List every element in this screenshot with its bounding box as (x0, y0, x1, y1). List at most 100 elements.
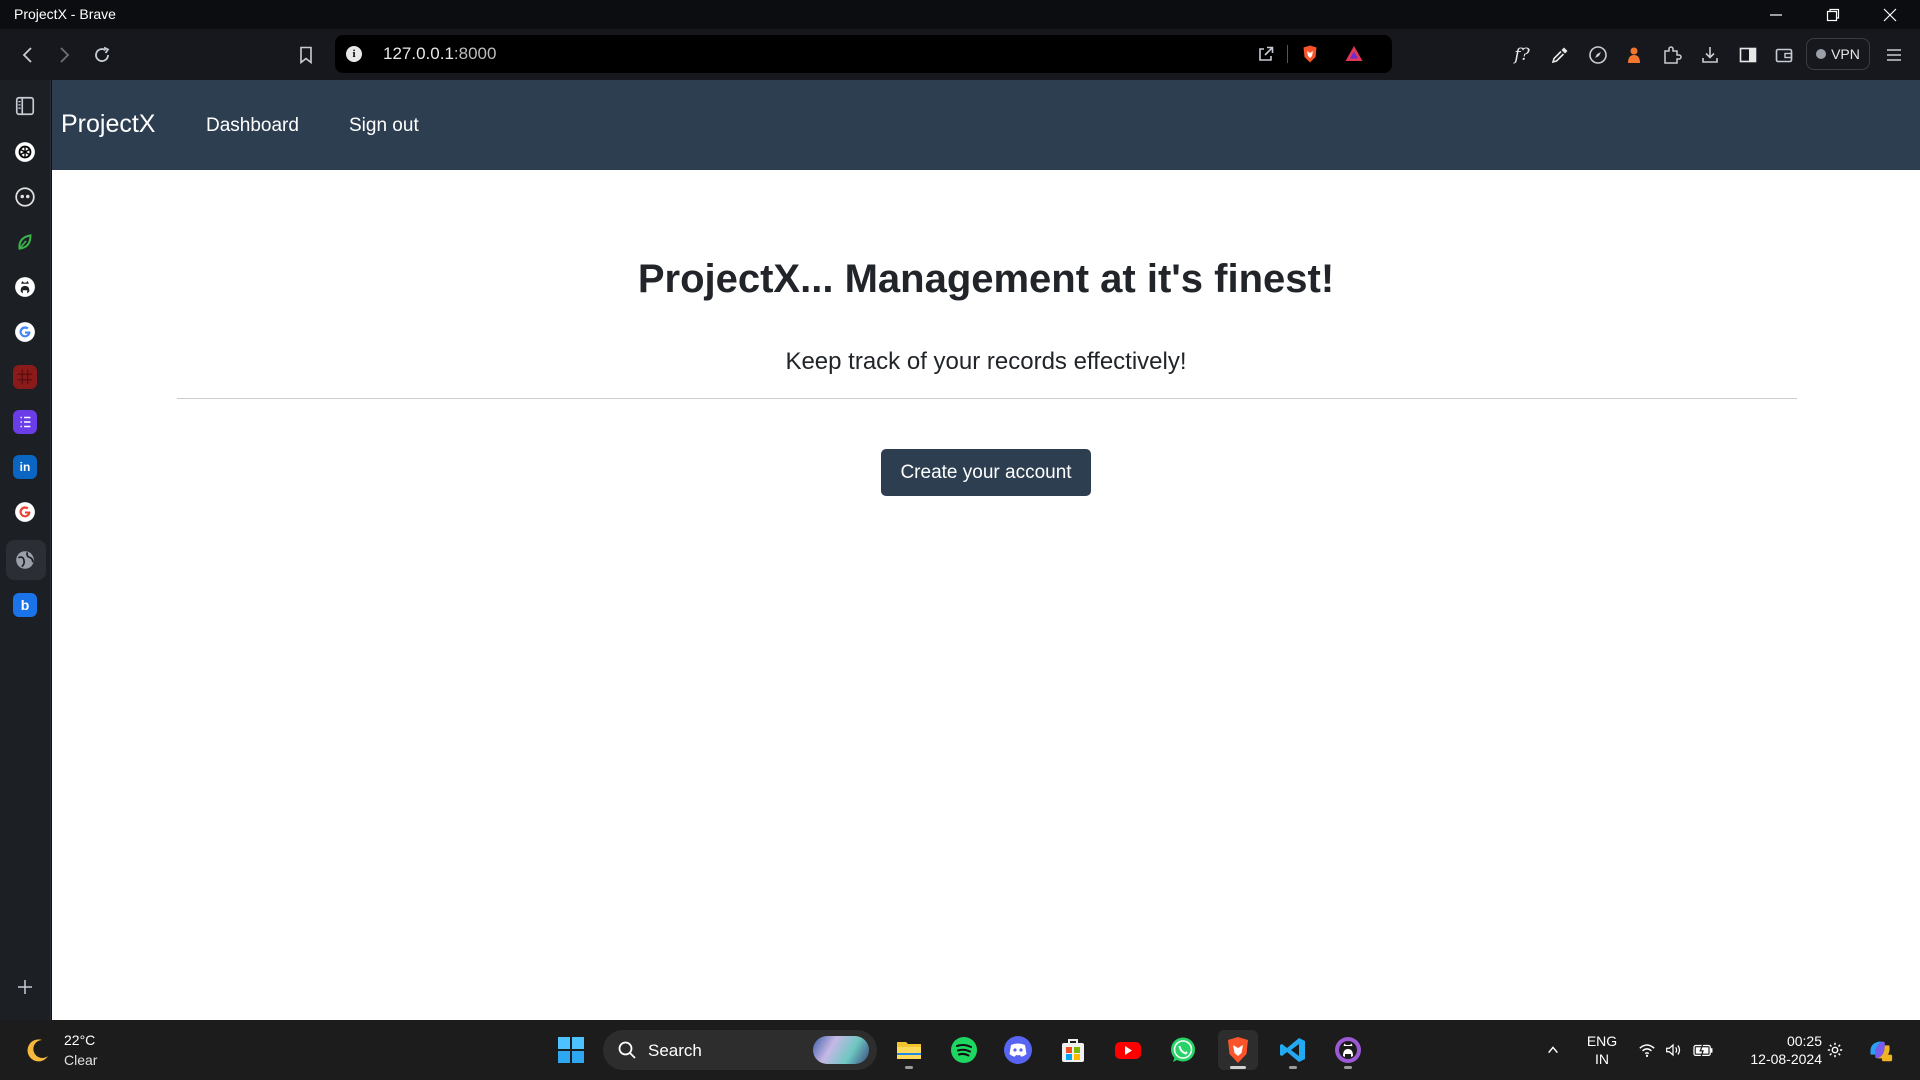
hero-title: ProjectX... Management at it's finest! (637, 257, 1335, 301)
windows-logo-icon (558, 1037, 584, 1063)
youtube-app[interactable] (1108, 1030, 1148, 1070)
whatsapp-app[interactable] (1163, 1030, 1203, 1070)
arrow-right-icon (60, 47, 70, 63)
discord-app[interactable] (998, 1030, 1038, 1070)
url-divider (1287, 45, 1288, 63)
weather-condition[interactable]: Clear (64, 1052, 97, 1068)
copilot-icon[interactable] (1862, 1020, 1898, 1080)
sidebar-panel-icon[interactable] (13, 94, 37, 118)
browser-toolbar: i 127.0.0.1:8000 f? VPN (0, 29, 1920, 80)
brave-shields-icon[interactable] (1297, 42, 1323, 66)
spotify-app[interactable] (944, 1030, 984, 1070)
globe-icon[interactable] (13, 548, 37, 572)
openai-icon[interactable] (13, 140, 37, 164)
browser-sidebar: in b (0, 80, 51, 1020)
site-info-icon[interactable]: i (346, 46, 362, 62)
list-icon[interactable] (13, 410, 37, 434)
search-label: Search (648, 1041, 702, 1060)
language-indicator[interactable]: ENG IN (1584, 1032, 1620, 1068)
extensions-icon[interactable] (1656, 39, 1688, 71)
download-icon[interactable] (1694, 39, 1726, 71)
google-icon[interactable] (13, 320, 37, 344)
moon-icon[interactable] (24, 1036, 52, 1064)
store-icon (1062, 1039, 1084, 1062)
taskbar-search[interactable]: Search (603, 1030, 877, 1070)
youtube-icon (1115, 1042, 1141, 1059)
minimize-button[interactable] (1748, 0, 1804, 29)
url-host: 127.0.0.1 (383, 44, 454, 63)
vpn-status-dot (1816, 49, 1827, 59)
github-icon[interactable] (13, 275, 37, 299)
url-text[interactable]: 127.0.0.1:8000 (383, 44, 496, 64)
close-window-button[interactable] (1862, 0, 1918, 29)
chevron-up-icon (1548, 1046, 1558, 1054)
show-hidden-icons-button[interactable] (1538, 1020, 1568, 1080)
clock-date: 12-08-2024 (1750, 1051, 1822, 1067)
main-menu-button[interactable] (1878, 39, 1910, 71)
vpn-button[interactable]: VPN (1806, 38, 1870, 70)
grid-icon[interactable] (13, 365, 37, 389)
nav-signout-link[interactable]: Sign out (349, 115, 419, 137)
vscode-app[interactable] (1273, 1030, 1313, 1070)
region-code: IN (1595, 1051, 1609, 1067)
start-button[interactable] (551, 1030, 591, 1070)
github-desktop-icon (1335, 1037, 1361, 1063)
brave-rewards-icon[interactable] (1341, 42, 1367, 66)
running-indicator (1289, 1066, 1297, 1069)
leaf-icon[interactable] (13, 230, 37, 254)
vscode-icon (1280, 1038, 1305, 1062)
forward-button[interactable] (48, 39, 80, 71)
google-icon[interactable] (13, 500, 37, 524)
linkedin-icon[interactable]: in (13, 455, 37, 479)
formula-extension-icon[interactable]: f? (1506, 39, 1538, 71)
running-indicator (1344, 1066, 1352, 1069)
brave-app[interactable] (1218, 1030, 1258, 1070)
reload-button[interactable] (86, 39, 118, 71)
hero-subtitle: Keep track of your records effectively! (785, 348, 1187, 375)
file-explorer-app[interactable] (889, 1030, 929, 1070)
share-icon[interactable] (1253, 42, 1279, 66)
back-button[interactable] (12, 39, 44, 71)
system-clock[interactable]: 00:25 12-08-2024 (1734, 1032, 1822, 1068)
weather-temperature[interactable]: 22°C (64, 1032, 95, 1048)
site-brand-link[interactable]: ProjectX (61, 110, 155, 139)
whatsapp-icon (1171, 1037, 1195, 1062)
folder-icon (897, 1042, 921, 1059)
notification-settings-icon[interactable] (1824, 1020, 1846, 1080)
b-icon[interactable]: b (13, 593, 37, 617)
microsoft-store-app[interactable] (1053, 1030, 1093, 1070)
window-title: ProjectX - Brave (14, 6, 116, 22)
sidebar-toggle-icon[interactable] (1732, 39, 1764, 71)
address-bar[interactable]: i 127.0.0.1:8000 (335, 35, 1392, 73)
github-desktop-app[interactable] (1328, 1030, 1368, 1070)
reload-icon (95, 46, 110, 62)
add-sidebar-item-button[interactable] (13, 975, 37, 999)
running-indicator (1230, 1066, 1246, 1069)
spotify-icon (951, 1037, 977, 1063)
github-copilot-icon[interactable] (13, 185, 37, 209)
hamburger-icon (1887, 49, 1901, 61)
url-port: :8000 (453, 44, 497, 63)
vpn-label: VPN (1831, 46, 1860, 62)
brave-icon (1228, 1037, 1248, 1063)
eyedropper-extension-icon[interactable] (1544, 39, 1576, 71)
nav-dashboard-link[interactable]: Dashboard (206, 115, 299, 137)
compass-extension-icon[interactable] (1582, 39, 1614, 71)
battery-icon[interactable] (1690, 1020, 1716, 1080)
bookmark-icon (300, 46, 312, 65)
window-titlebar: ProjectX - Brave (0, 0, 1920, 29)
create-account-button[interactable]: Create your account (881, 449, 1091, 496)
clock-time: 00:25 (1786, 1033, 1822, 1049)
site-navbar: ProjectX Dashboard Sign out (52, 80, 1920, 170)
wifi-icon[interactable] (1636, 1020, 1658, 1080)
plus-icon (18, 980, 32, 994)
bookmark-button[interactable] (290, 39, 322, 71)
search-icon (618, 1041, 636, 1059)
running-indicator (905, 1066, 913, 1069)
discord-icon (1004, 1036, 1032, 1064)
search-highlight-art (813, 1036, 869, 1064)
profile-extension-icon[interactable] (1618, 39, 1650, 71)
volume-icon[interactable] (1662, 1020, 1684, 1080)
restore-button[interactable] (1805, 0, 1861, 29)
wallet-icon[interactable] (1768, 39, 1800, 71)
